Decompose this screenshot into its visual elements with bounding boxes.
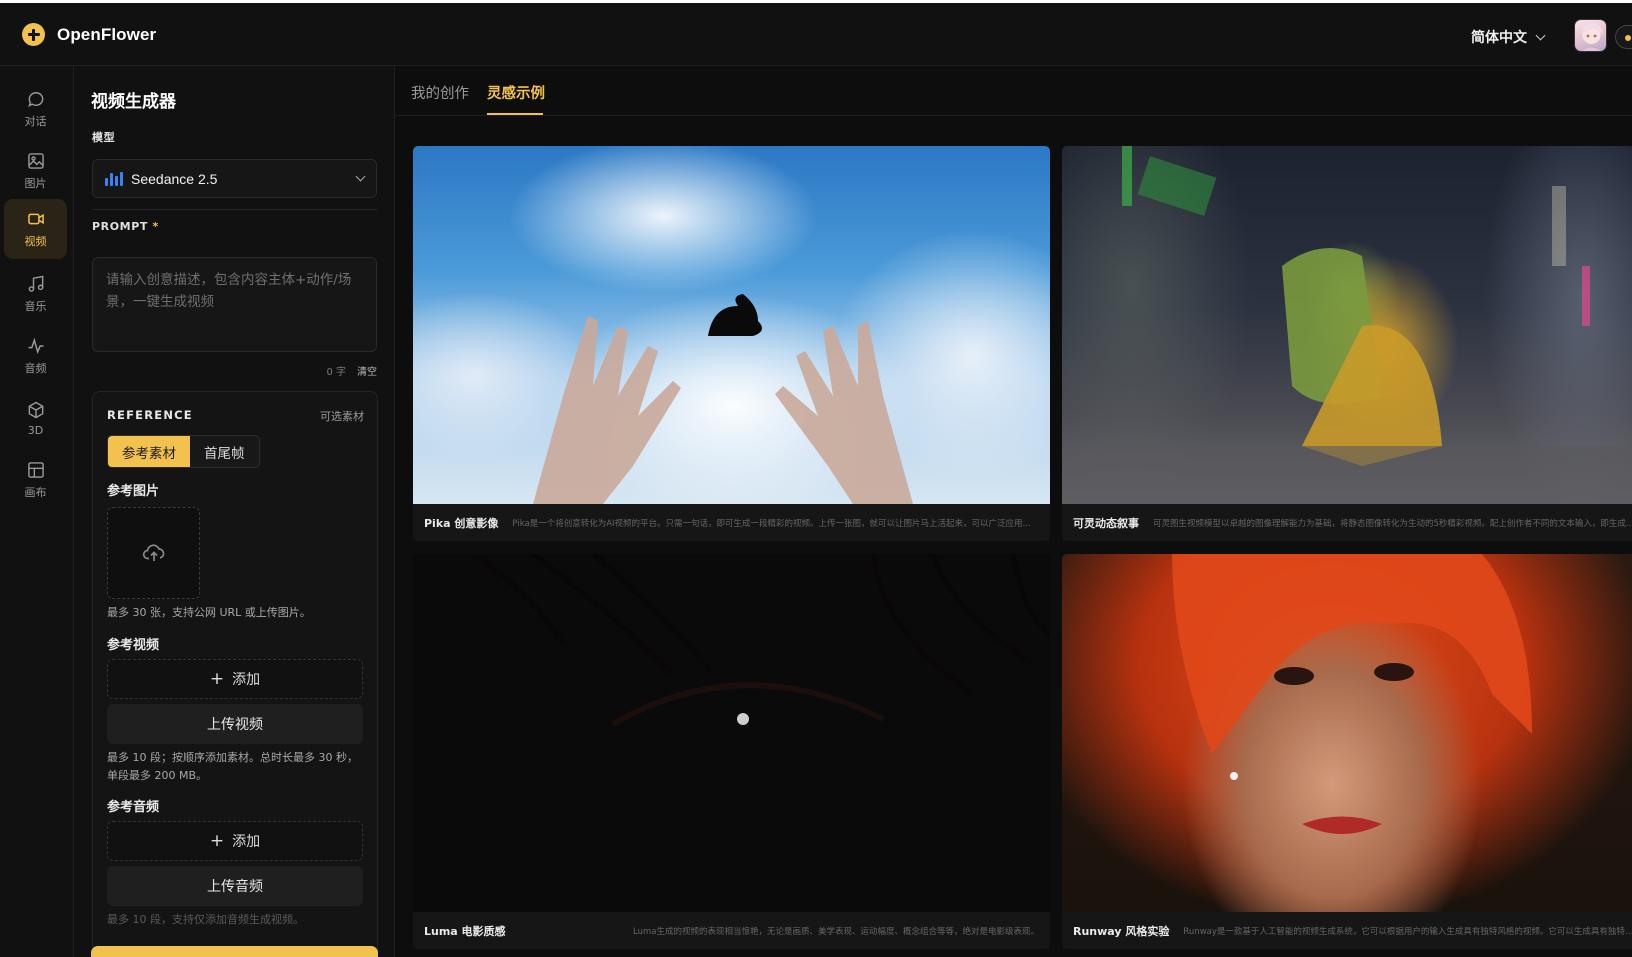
content-tabs: 我的创作 灵感示例	[395, 66, 1632, 116]
nav-item-chat[interactable]: 对话	[4, 79, 67, 139]
music-note-icon	[28, 275, 43, 292]
add-label: 添加	[232, 672, 261, 688]
card-title: Pika 创意影像	[424, 516, 499, 530]
section-divider	[92, 209, 377, 210]
add-audio-button[interactable]: + 添加	[107, 821, 363, 861]
nav-label: 音频	[24, 362, 47, 375]
tab-my-creations[interactable]: 我的创作	[411, 82, 469, 103]
add-label: 添加	[232, 834, 261, 850]
credits-pill[interactable]	[1615, 25, 1632, 49]
cube-icon	[28, 401, 43, 418]
reference-card: REFERENCE 可选素材 参考素材 首尾帧 参考图片 最多 30 张，支持公…	[92, 391, 378, 957]
card-description: Runway是一款基于人工智能的视频生成系统，它可以根据用户的输入生成具有独特风…	[1183, 926, 1632, 937]
nav-label: 视频	[24, 235, 47, 248]
nav-label: 图片	[24, 177, 47, 190]
generate-button[interactable]	[91, 946, 378, 957]
gallery-thumbnail	[413, 146, 1050, 504]
left-nav-rail: 对话 图片 视频 音乐 音频 3D 画布	[0, 66, 74, 957]
avatar-anime-portrait-icon	[1581, 23, 1603, 51]
canvas-layout-icon	[27, 462, 44, 478]
cloud-upload-icon	[142, 544, 164, 561]
card-description: 可灵图生视频模型以卓越的图像理解能力为基础，将静态图像转化为生动的5秒精彩视频。…	[1153, 518, 1632, 529]
card-description: Pika是一个将创意转化为AI视频的平台。只需一句话，即可生成一段精彩的视频。上…	[512, 518, 1039, 529]
card-caption: 可灵动态叙事 可灵图生视频模型以卓越的图像理解能力为基础，将静态图像转化为生动的…	[1062, 504, 1632, 541]
nav-label: 音乐	[24, 300, 47, 313]
nav-item-image[interactable]: 图片	[4, 141, 67, 201]
upload-video-button[interactable]: 上传视频	[107, 704, 363, 744]
chevron-down-icon	[1535, 30, 1546, 40]
gallery-card[interactable]: Pika 创意影像 Pika是一个将创意转化为AI视频的平台。只需一句话，即可生…	[413, 146, 1050, 541]
app-logo[interactable]: OpenFlower	[22, 23, 156, 46]
tab-inspiration[interactable]: 灵感示例	[487, 82, 545, 103]
card-title: Luma 电影质感	[424, 924, 506, 938]
card-caption: Runway 风格实验 Runway是一款基于人工智能的视频生成系统，它可以根据…	[1062, 912, 1632, 949]
reference-image-label: 参考图片	[107, 484, 160, 499]
chat-bubble-icon	[27, 92, 43, 108]
panel-title: 视频生成器	[91, 92, 176, 112]
nav-label: 画布	[24, 486, 47, 499]
nav-item-audio[interactable]: 音频	[4, 326, 67, 386]
video-generator-panel: 视频生成器 模型 Seedance 2.5 PROMPT * 请输入创意描述，包…	[74, 66, 395, 957]
plus-icon: +	[209, 830, 225, 851]
reference-video-label: 参考视频	[107, 638, 160, 653]
upload-audio-button[interactable]: 上传音频	[107, 866, 363, 906]
reference-title: REFERENCE	[107, 408, 193, 422]
nav-label: 3D	[27, 423, 44, 437]
prompt-label: PROMPT *	[92, 220, 159, 233]
model-bars-icon	[105, 171, 123, 186]
audio-wave-icon	[28, 337, 43, 355]
nav-item-canvas[interactable]: 画布	[4, 450, 67, 510]
city-street-backpacker-illustration	[1062, 146, 1632, 504]
language-selector[interactable]: 简体中文	[1471, 27, 1546, 47]
gallery-card[interactable]: Runway 风格实验 Runway是一款基于人工智能的视频生成系统，它可以根据…	[1062, 554, 1632, 949]
card-caption: Pika 创意影像 Pika是一个将创意转化为AI视频的平台。只需一句话，即可生…	[413, 504, 1050, 541]
app-name: OpenFlower	[57, 24, 157, 44]
user-avatar[interactable]	[1574, 19, 1607, 52]
language-label: 简体中文	[1471, 30, 1527, 46]
nav-item-video[interactable]: 视频	[4, 199, 67, 259]
model-select[interactable]: Seedance 2.5	[92, 159, 377, 198]
prompt-footer: 0 字 清空	[326, 363, 377, 378]
gallery-thumbnail	[1062, 146, 1632, 504]
nav-label: 对话	[24, 115, 47, 128]
gallery-thumbnail	[413, 554, 1050, 912]
tab-first-last-frame[interactable]: 首尾帧	[190, 436, 259, 467]
tab-reference-material[interactable]: 参考素材	[108, 436, 190, 467]
model-value: Seedance 2.5	[131, 170, 218, 187]
video-hint: 最多 10 段；按顺序添加素材。总时长最多 30 秒，单段最多 200 MB。	[107, 751, 358, 782]
image-icon	[27, 153, 44, 169]
prompt-input[interactable]: 请输入创意描述，包含内容主体+动作/场景，一键生成视频	[92, 257, 377, 352]
card-title: 可灵动态叙事	[1073, 516, 1139, 530]
image-hint: 最多 30 张，支持公网 URL 或上传图片。	[107, 606, 311, 619]
chevron-down-icon	[355, 171, 366, 182]
gallery-thumbnail	[1062, 554, 1632, 912]
top-bar: OpenFlower 简体中文	[0, 0, 1632, 66]
add-video-button[interactable]: + 添加	[107, 659, 363, 699]
reference-optional-label: 可选素材	[320, 410, 364, 423]
active-tab-indicator	[487, 113, 543, 115]
char-count: 0 字	[326, 367, 346, 378]
plus-icon: +	[209, 668, 225, 689]
red-hair-portrait-illustration	[1172, 554, 1532, 834]
gallery-card[interactable]: 可灵动态叙事 可灵图生视频模型以卓越的图像理解能力为基础，将静态图像转化为生动的…	[1062, 146, 1632, 541]
model-label: 模型	[92, 131, 116, 144]
audio-hint: 最多 10 段，支持仅添加音频生成视频。	[107, 913, 304, 926]
logo-plus-icon	[22, 23, 45, 46]
card-description: Luma生成的视频的表现相当惊艳，无论是画质、美学表现、运动幅度、概念组合等等，…	[633, 926, 1039, 937]
card-caption: Luma 电影质感 Luma生成的视频的表现相当惊艳，无论是画质、美学表现、运动…	[413, 912, 1050, 949]
card-title: Runway 风格实验	[1073, 924, 1170, 938]
video-camera-icon	[27, 213, 44, 225]
gallery-card[interactable]: Luma 电影质感 Luma生成的视频的表现相当惊艳，无论是画质、美学表现、运动…	[413, 554, 1050, 949]
reference-mode-tabs: 参考素材 首尾帧	[107, 435, 260, 468]
closeup-eye-illustration	[471, 554, 1050, 727]
nav-item-3d[interactable]: 3D	[4, 388, 67, 448]
hands-reaching-clouds-illustration	[533, 294, 913, 504]
image-upload-tile[interactable]	[107, 507, 200, 599]
reference-audio-label: 参考音频	[107, 800, 160, 815]
clear-button[interactable]: 清空	[357, 363, 377, 378]
nav-item-music[interactable]: 音乐	[4, 264, 67, 324]
